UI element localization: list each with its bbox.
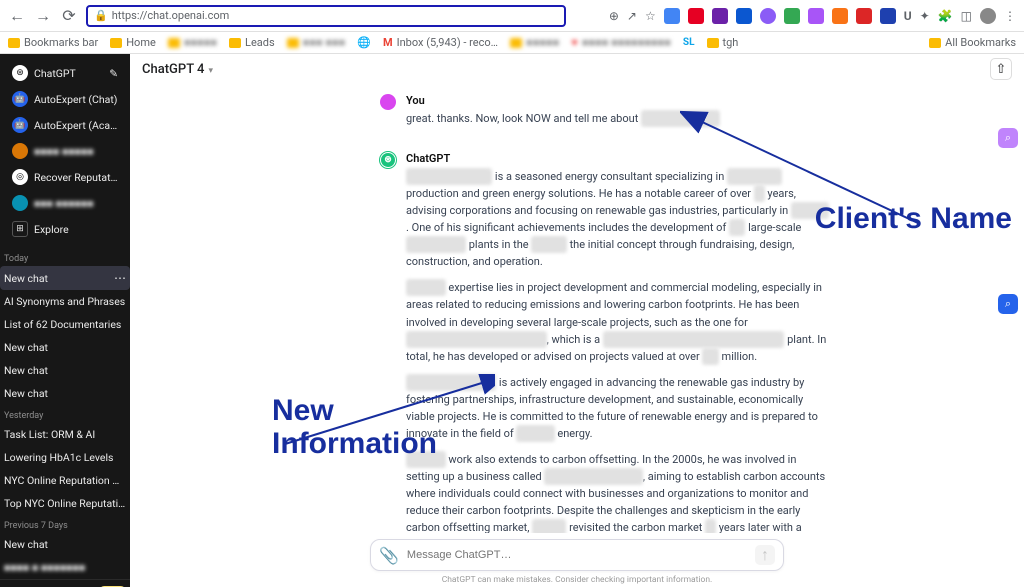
new-chat-icon[interactable]: ✎ [109, 67, 118, 80]
user-avatar-icon [380, 94, 396, 110]
share-icon[interactable]: ↗ [627, 9, 637, 23]
app-container: ⊛ ChatGPT ✎ 🤖AutoExpert (Chat) 🤖AutoExpe… [0, 54, 1024, 587]
history-item[interactable]: ■■■■ ■ ■■■■■■■ [0, 556, 130, 579]
bookmark-blur-2[interactable]: ■■■ ■■■ [287, 36, 346, 49]
history-item[interactable]: New chat [0, 359, 130, 382]
floating-tool-purple[interactable]: ⌕ [998, 128, 1018, 148]
refer-friend-button[interactable]: ⇪ Refer a friend NEW [0, 580, 130, 587]
lock-icon: 🔒 [94, 9, 108, 22]
ext-icon-3[interactable] [736, 8, 752, 24]
history-item[interactable]: AI Synonyms and Phrases [0, 290, 130, 313]
history-item[interactable]: Task List: ORM & AI [0, 423, 130, 446]
main-panel: ChatGPT 4▾ ⇧ You great. thanks. Now, loo… [130, 54, 1024, 587]
attach-icon[interactable]: 📎 [379, 546, 399, 565]
bookmark-blur-3[interactable]: ■■■■■ [510, 36, 559, 49]
section-yesterday: Yesterday [0, 405, 130, 423]
main-header: ChatGPT 4▾ ⇧ [130, 54, 1024, 84]
section-prev7: Previous 7 Days [0, 515, 130, 533]
globe-icon: 🌐 [357, 36, 371, 49]
arrow-up-icon: ↑ [761, 545, 769, 565]
ext-icon-4[interactable] [760, 8, 776, 24]
user-name: You [406, 92, 720, 109]
ext-icon-9[interactable] [880, 8, 896, 24]
chatgpt-avatar-icon: ⊛ [380, 152, 396, 168]
ext-icon-5[interactable] [784, 8, 800, 24]
star-icon[interactable]: ☆ [645, 9, 656, 23]
history-item[interactable]: New chat [0, 382, 130, 405]
chatgpt-icon: ⊛ [12, 65, 28, 81]
bookmarks-bar: Bookmarks bar Home ■■■■■ Leads ■■■ ■■■ 🌐… [0, 32, 1024, 54]
profile-avatar[interactable] [980, 8, 996, 24]
bookmark-all[interactable]: All Bookmarks [929, 36, 1016, 49]
toolbar-icons: ⊕ ↗ ☆ U ✦ 🧩 ◫ ⋮ [609, 8, 1016, 24]
sidebar-gpt-blur-2[interactable]: ■■■ ■■■■■■ [8, 190, 122, 216]
sidebar: ⊛ ChatGPT ✎ 🤖AutoExpert (Chat) 🤖AutoExpe… [0, 54, 130, 587]
grid-icon: ⊞ [12, 221, 28, 237]
bookmark-home[interactable]: Home [110, 36, 156, 49]
history-item[interactable]: List of 62 Documentaries [0, 313, 130, 336]
sidebar-recover-reputation[interactable]: ◎Recover Reputation, O… [8, 164, 122, 190]
history-item[interactable]: NYC Online Reputation Manager [0, 469, 130, 492]
share-button[interactable]: ⇧ [990, 58, 1012, 80]
message-input[interactable] [407, 549, 747, 561]
bookmark-globe[interactable]: 🌐 [357, 36, 371, 49]
sidebar-gpt-blur-1[interactable]: ■■■■ ■■■■■ [8, 138, 122, 164]
bookmark-leads[interactable]: Leads [229, 36, 275, 49]
history-item[interactable]: New chat [0, 533, 130, 556]
sidebar-autoexpert-academic[interactable]: 🤖AutoExpert (Academic) [8, 112, 122, 138]
sidebar-chatgpt[interactable]: ⊛ ChatGPT ✎ [8, 60, 122, 86]
ext-icon-8[interactable] [856, 8, 872, 24]
assistant-name: ChatGPT [406, 150, 830, 167]
bookmark-sl[interactable]: SL [683, 37, 695, 48]
forward-button[interactable]: → [34, 7, 52, 25]
floating-tool-blue[interactable]: ⌕ [998, 294, 1018, 314]
extensions-icon[interactable]: ✦ [920, 9, 930, 23]
history-item[interactable]: Lowering HbA1c Levels [0, 446, 130, 469]
history-item[interactable]: Top NYC Online Reputation Firms [0, 492, 130, 515]
sidebar-explore[interactable]: ⊞Explore [8, 216, 122, 242]
url-text: https://chat.openai.com [112, 9, 230, 22]
browser-toolbar: ← → ⟳ 🔒 https://chat.openai.com ⊕ ↗ ☆ U … [0, 0, 1024, 32]
ext-u-icon[interactable]: U [904, 9, 912, 23]
chevron-down-icon: ▾ [208, 66, 213, 76]
back-button[interactable]: ← [8, 7, 26, 25]
chat-scroll[interactable]: You great. thanks. Now, look NOW and tel… [130, 84, 1024, 533]
bookmark-inbox[interactable]: MInbox (5,943) - reco… [383, 36, 498, 49]
model-selector[interactable]: ChatGPT 4▾ [142, 62, 213, 77]
history-new-chat-active[interactable]: New chat⋯ [0, 266, 130, 290]
history-item[interactable]: New chat [0, 336, 130, 359]
section-today: Today [0, 248, 130, 266]
upload-icon: ⇧ [996, 62, 1007, 77]
bookmarks-bar-folder[interactable]: Bookmarks bar [8, 36, 98, 49]
sidebar-autoexpert-chat[interactable]: 🤖AutoExpert (Chat) [8, 86, 122, 112]
input-row: 📎 ↑ [130, 533, 1024, 575]
send-button[interactable]: ↑ [755, 545, 775, 565]
ext-icon-2[interactable] [712, 8, 728, 24]
disclaimer-text: ChatGPT can make mistakes. Consider chec… [130, 575, 1024, 587]
ext-pinterest-icon[interactable] [688, 8, 704, 24]
extensions-puzzle-icon[interactable]: 🧩 [938, 9, 953, 23]
ext-icon-6[interactable] [808, 8, 824, 24]
ext-icon-7[interactable] [832, 8, 848, 24]
message-input-box[interactable]: 📎 ↑ [370, 539, 784, 571]
user-message: You great. thanks. Now, look NOW and tel… [380, 92, 830, 136]
address-bar[interactable]: 🔒 https://chat.openai.com [86, 5, 566, 27]
reload-button[interactable]: ⟳ [60, 7, 78, 25]
bookmark-blur-1[interactable]: ■■■■■ [168, 36, 217, 49]
assistant-message: ⊛ ChatGPT Xxxxxxx X Xxxxxx is a seasoned… [380, 150, 830, 533]
bookmark-blur-4[interactable]: ♥■■■■ ■■■■■■■■■ [571, 36, 671, 49]
side-panel-icon[interactable]: ◫ [961, 9, 972, 23]
chat-options-icon[interactable]: ⋯ [114, 271, 126, 285]
gmail-icon: M [383, 36, 393, 49]
browser-menu-icon[interactable]: ⋮ [1004, 9, 1016, 23]
search-icon[interactable]: ⊕ [609, 9, 619, 23]
ext-icon-1[interactable] [664, 8, 680, 24]
bookmark-tgh[interactable]: tgh [707, 36, 739, 49]
